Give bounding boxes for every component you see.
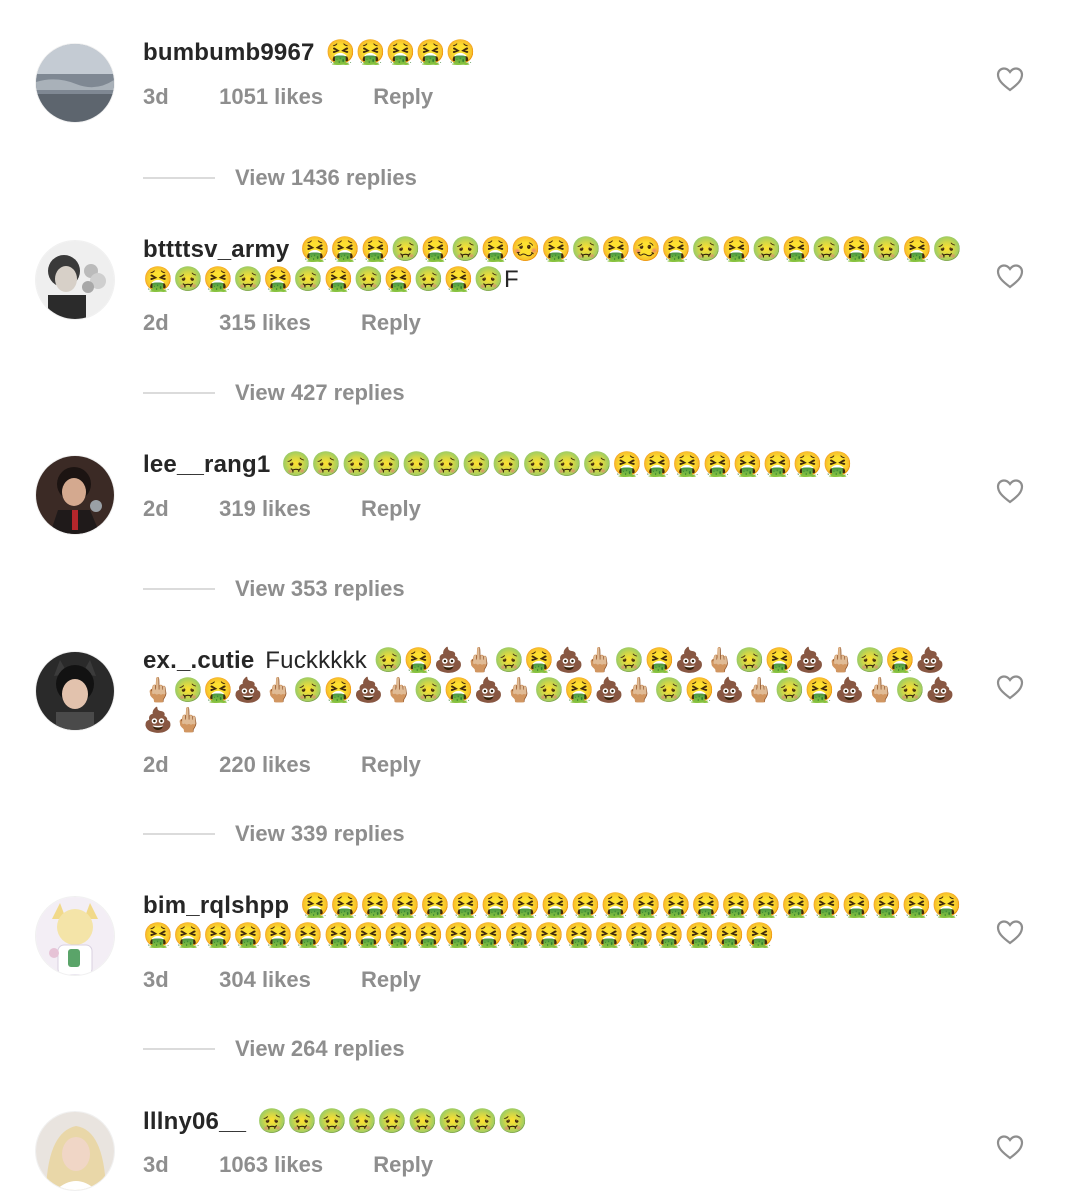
comment-text: 🤮🤮🤮🤮🤮 xyxy=(325,39,476,66)
username[interactable]: bumbumb9967 xyxy=(143,39,315,66)
comment-text-line: bim_rqlshpp 🤮🤮🤮🤮🤮🤮🤮🤮🤮🤮🤮🤮🤮🤮🤮🤮🤮🤮🤮🤮🤮🤮🤮🤮🤮🤮🤮🤮… xyxy=(143,891,973,951)
comment-meta: 2d 220 likes Reply xyxy=(143,750,973,780)
comment-text-line: bttttsv_army 🤮🤮🤮🤢🤮🤢🤮🥴🤮🤢🤮🥴🤮🤢🤮🤢🤮🤢🤮🤢🤮🤢🤮🤢🤮🤢🤮… xyxy=(143,235,973,295)
reply-button[interactable]: Reply xyxy=(361,750,421,780)
timestamp: 2d xyxy=(143,496,169,521)
reply-button[interactable]: Reply xyxy=(361,494,421,524)
heart-icon[interactable] xyxy=(996,1134,1024,1160)
avatar[interactable] xyxy=(36,44,114,122)
heart-icon[interactable] xyxy=(996,674,1024,700)
view-replies-label[interactable]: View 427 replies xyxy=(235,380,405,406)
avatar[interactable] xyxy=(36,456,114,534)
reply-button[interactable]: Reply xyxy=(373,82,433,112)
reply-button[interactable]: Reply xyxy=(361,308,421,338)
like-count[interactable]: 319 likes xyxy=(219,494,311,524)
view-replies-button[interactable]: View 1436 replies xyxy=(143,163,417,193)
heart-icon[interactable] xyxy=(996,263,1024,289)
avatar[interactable] xyxy=(36,1112,114,1190)
comment-meta: 3d 1063 likes Reply xyxy=(143,1150,973,1180)
timestamp: 3d xyxy=(143,967,169,992)
view-replies-label[interactable]: View 339 replies xyxy=(235,821,405,847)
username[interactable]: ex._.cutie xyxy=(143,647,254,674)
avatar[interactable] xyxy=(36,652,114,730)
divider xyxy=(143,392,215,394)
like-count[interactable]: 1063 likes xyxy=(219,1150,323,1180)
view-replies-button[interactable]: View 353 replies xyxy=(143,574,405,604)
heart-icon[interactable] xyxy=(996,478,1024,504)
comment-text: Fuckkkkk 🤢🤮💩🖕🏼🤢🤮💩🖕🏼🤢🤮💩🖕🏼🤢🤮💩🖕🏼🤢🤮💩🖕🏼🤢🤮💩🖕🏼🤢… xyxy=(143,647,956,734)
view-replies-button[interactable]: View 427 replies xyxy=(143,378,405,408)
divider xyxy=(143,1048,215,1050)
username[interactable]: lllny06__ xyxy=(143,1108,246,1135)
comment-text: 🤢🤢🤢🤢🤢🤢🤢🤢🤢🤢🤢🤮🤮🤮🤮🤮🤮🤮🤮 xyxy=(281,451,853,478)
reply-button[interactable]: Reply xyxy=(361,965,421,995)
view-replies-label[interactable]: View 353 replies xyxy=(235,576,405,602)
timestamp: 2d xyxy=(143,310,169,335)
comment-meta: 2d 315 likes Reply xyxy=(143,308,973,338)
reply-button[interactable]: Reply xyxy=(373,1150,433,1180)
username[interactable]: lee__rang1 xyxy=(143,451,270,478)
view-replies-label[interactable]: View 1436 replies xyxy=(235,165,417,191)
heart-icon[interactable] xyxy=(996,66,1024,92)
comment-meta: 3d 1051 likes Reply xyxy=(143,82,973,112)
comment-text: 🤢🤢🤢🤢🤢🤢🤢🤢🤢 xyxy=(257,1108,528,1135)
avatar[interactable] xyxy=(36,241,114,319)
like-count[interactable]: 220 likes xyxy=(219,750,311,780)
like-count[interactable]: 304 likes xyxy=(219,965,311,995)
like-count[interactable]: 315 likes xyxy=(219,308,311,338)
timestamp: 3d xyxy=(143,84,169,109)
divider xyxy=(143,177,215,179)
comment-meta: 2d 319 likes Reply xyxy=(143,494,973,524)
view-replies-button[interactable]: View 339 replies xyxy=(143,819,405,849)
avatar[interactable] xyxy=(36,897,114,975)
heart-icon[interactable] xyxy=(996,919,1024,945)
like-count[interactable]: 1051 likes xyxy=(219,82,323,112)
username[interactable]: bim_rqlshpp xyxy=(143,892,289,919)
view-replies-button[interactable]: View 264 replies xyxy=(143,1034,405,1064)
timestamp: 3d xyxy=(143,1152,169,1177)
comment-meta: 3d 304 likes Reply xyxy=(143,965,973,995)
username[interactable]: bttttsv_army xyxy=(143,236,289,263)
comment-text-line: lllny06__ 🤢🤢🤢🤢🤢🤢🤢🤢🤢 xyxy=(143,1107,973,1137)
comment-text-line: lee__rang1 🤢🤢🤢🤢🤢🤢🤢🤢🤢🤢🤢🤮🤮🤮🤮🤮🤮🤮🤮 xyxy=(143,450,973,480)
timestamp: 2d xyxy=(143,752,169,777)
divider xyxy=(143,588,215,590)
comment-text-line: bumbumb9967 🤮🤮🤮🤮🤮 xyxy=(143,38,973,68)
comment-text-line: ex._.cutie Fuckkkkk 🤢🤮💩🖕🏼🤢🤮💩🖕🏼🤢🤮💩🖕🏼🤢🤮💩🖕🏼… xyxy=(143,646,973,736)
divider xyxy=(143,833,215,835)
view-replies-label[interactable]: View 264 replies xyxy=(235,1036,405,1062)
